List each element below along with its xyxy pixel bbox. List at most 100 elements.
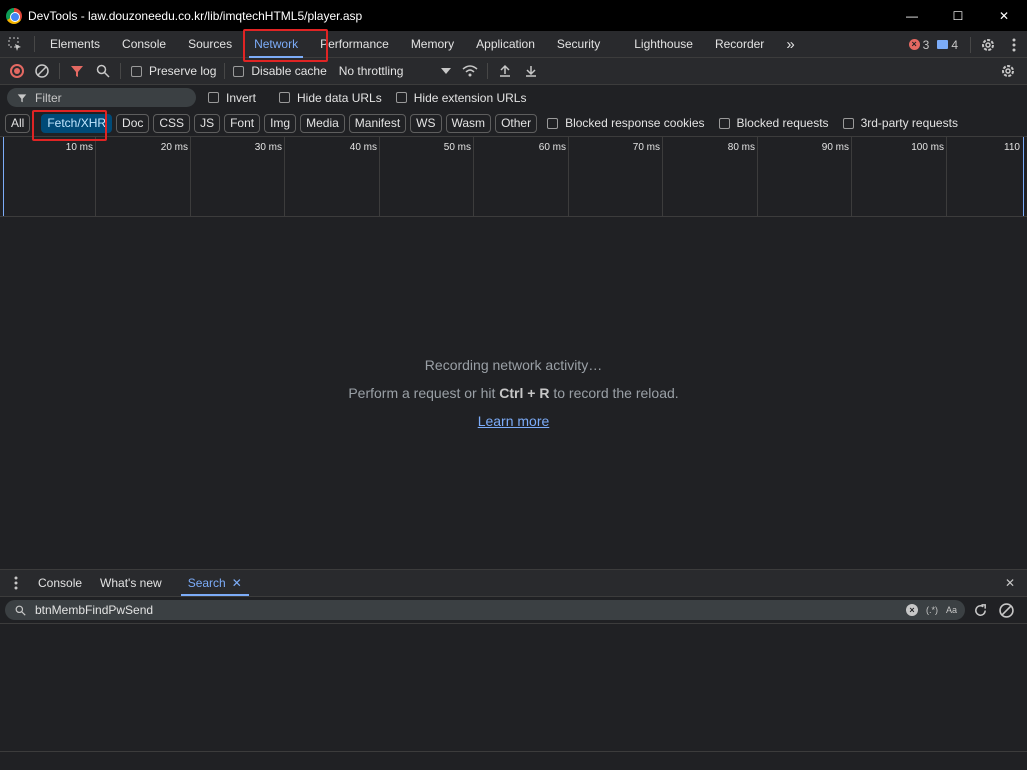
chrome-logo-icon [6, 7, 22, 24]
overview-end-handle[interactable] [1023, 137, 1024, 216]
search-icon [15, 605, 26, 616]
clear-search-results-icon[interactable] [993, 597, 1019, 623]
close-window-button[interactable]: ✕ [981, 0, 1027, 31]
title-bar: DevTools - law.douzoneedu.co.kr/lib/imqt… [0, 0, 1027, 31]
throttling-select[interactable]: No throttling [339, 64, 451, 78]
close-tab-icon[interactable]: ✕ [232, 576, 242, 590]
filter-row: Filter Invert Hide data URLs Hide extens… [0, 85, 1027, 110]
network-conditions-icon[interactable] [457, 58, 483, 84]
resource-type-filters: All Fetch/XHR Doc CSS JS Font Img Media … [0, 110, 1027, 136]
tick-label: 30 ms [254, 142, 282, 153]
reload-hint-suffix: to record the reload. [549, 385, 679, 401]
close-drawer-icon[interactable]: ✕ [997, 570, 1023, 596]
separator [224, 63, 226, 79]
export-har-icon[interactable] [518, 58, 544, 84]
hide-data-urls-checkbox[interactable]: Hide data URLs [279, 91, 382, 105]
invert-label: Invert [226, 90, 257, 105]
network-toolbar: Preserve log Disable cache No throttling [0, 58, 1027, 85]
disable-cache-checkbox[interactable]: Disable cache [233, 64, 327, 78]
maximize-button[interactable]: ☐ [935, 0, 981, 31]
gridline [946, 137, 947, 216]
tab-security[interactable]: Security [546, 31, 611, 58]
dropdown-arrow-icon [440, 68, 451, 74]
chip-doc[interactable]: Doc [116, 113, 150, 133]
tab-elements[interactable]: Elements [39, 31, 111, 58]
tick-label: 60 ms [538, 142, 566, 153]
devtools-main-tabs: Elements Console Sources Network Perform… [0, 31, 1027, 58]
more-tabs-icon[interactable]: » [775, 31, 805, 58]
search-icon[interactable] [90, 58, 116, 84]
checkbox-box[interactable] [842, 117, 854, 129]
blocked-response-cookies-checkbox[interactable]: Blocked response cookies [547, 116, 705, 130]
overview-start-handle[interactable] [3, 137, 4, 216]
import-har-icon[interactable] [492, 58, 518, 84]
chip-wasm[interactable]: Wasm [445, 113, 492, 133]
tab-memory[interactable]: Memory [400, 31, 465, 58]
tab-sources[interactable]: Sources [177, 31, 243, 58]
invert-checkbox[interactable]: Invert [208, 91, 256, 105]
checkbox-box[interactable] [547, 117, 559, 129]
gridline [95, 137, 96, 216]
record-stop-button[interactable] [10, 64, 24, 78]
chip-img[interactable]: Img [264, 113, 297, 133]
blocked-requests-checkbox[interactable]: Blocked requests [718, 116, 829, 130]
message-count-badge[interactable]: 4 [937, 38, 958, 52]
chip-all[interactable]: All [5, 113, 31, 133]
more-options-icon[interactable] [1001, 32, 1027, 58]
checkbox-box[interactable] [233, 65, 245, 77]
chip-media[interactable]: Media [300, 113, 345, 133]
preserve-log-checkbox[interactable]: Preserve log [131, 64, 216, 78]
network-settings-gear-icon[interactable] [995, 58, 1021, 84]
hide-extension-urls-checkbox[interactable]: Hide extension URLs [395, 91, 526, 105]
chip-ws[interactable]: WS [410, 113, 442, 133]
checkbox-box[interactable] [279, 92, 291, 103]
chip-fetch-xhr[interactable]: Fetch/XHR [41, 113, 113, 133]
tab-network[interactable]: Network [243, 31, 309, 58]
blocked-requests-label: Blocked requests [736, 116, 829, 130]
chip-js[interactable]: JS [194, 113, 221, 133]
drawer-menu-icon[interactable] [6, 570, 26, 596]
filter-input[interactable]: Filter [7, 88, 196, 107]
error-count-badge[interactable]: × 3 [908, 38, 929, 52]
drawer-tab-whats-new[interactable]: What's new [91, 570, 171, 596]
minimize-button[interactable]: — [889, 0, 935, 31]
chip-css[interactable]: CSS [153, 113, 191, 133]
third-party-requests-checkbox[interactable]: 3rd-party requests [842, 116, 958, 130]
chip-font[interactable]: Font [224, 113, 261, 133]
network-request-list: Recording network activity… Perform a re… [0, 217, 1027, 569]
checkbox-box[interactable] [395, 92, 407, 103]
tab-console[interactable]: Console [111, 31, 177, 58]
learn-more-link[interactable]: Learn more [478, 413, 550, 429]
clear-search-icon[interactable]: × [905, 604, 918, 616]
regex-toggle[interactable]: (.*) [926, 605, 938, 615]
settings-gear-icon[interactable] [975, 32, 1001, 58]
clear-icon[interactable] [29, 58, 55, 84]
checkbox-box[interactable] [208, 92, 219, 103]
tab-performance[interactable]: Performance [309, 31, 400, 58]
chip-manifest[interactable]: Manifest [348, 113, 407, 133]
learn-more-container: Learn more [0, 413, 1027, 429]
preserve-log-label: Preserve log [149, 64, 217, 78]
drawer-tabs: Console What's new Search ✕ ✕ [0, 569, 1027, 597]
tab-lighthouse[interactable]: Lighthouse [623, 31, 704, 58]
drawer-tab-console[interactable]: Console [29, 570, 91, 596]
tab-recorder[interactable]: Recorder [704, 31, 775, 58]
checkbox-box[interactable] [718, 117, 730, 129]
reload-hint-prefix: Perform a request or hit [348, 385, 500, 401]
drawer-tab-search[interactable]: Search ✕ [179, 570, 251, 596]
search-input[interactable]: btnMembFindPwSend × (.*) Aa [5, 600, 965, 620]
filter-funnel-icon[interactable] [64, 58, 90, 84]
inspect-element-icon[interactable] [0, 31, 30, 58]
checkbox-box[interactable] [131, 65, 142, 77]
tab-application[interactable]: Application [465, 31, 546, 58]
filter-placeholder: Filter [35, 90, 62, 105]
reload-hint: Perform a request or hit Ctrl + R to rec… [0, 385, 1027, 401]
chip-other[interactable]: Other [495, 113, 538, 133]
refresh-search-icon[interactable] [967, 597, 993, 623]
timeline-overview[interactable]: 10 ms 20 ms 30 ms 40 ms 50 ms 60 ms 70 m… [0, 136, 1027, 217]
third-party-requests-label: 3rd-party requests [860, 116, 958, 130]
separator [34, 36, 35, 52]
tick-label: 40 ms [349, 142, 377, 153]
match-case-toggle[interactable]: Aa [946, 605, 957, 615]
tick-label: 90 ms [821, 142, 849, 153]
